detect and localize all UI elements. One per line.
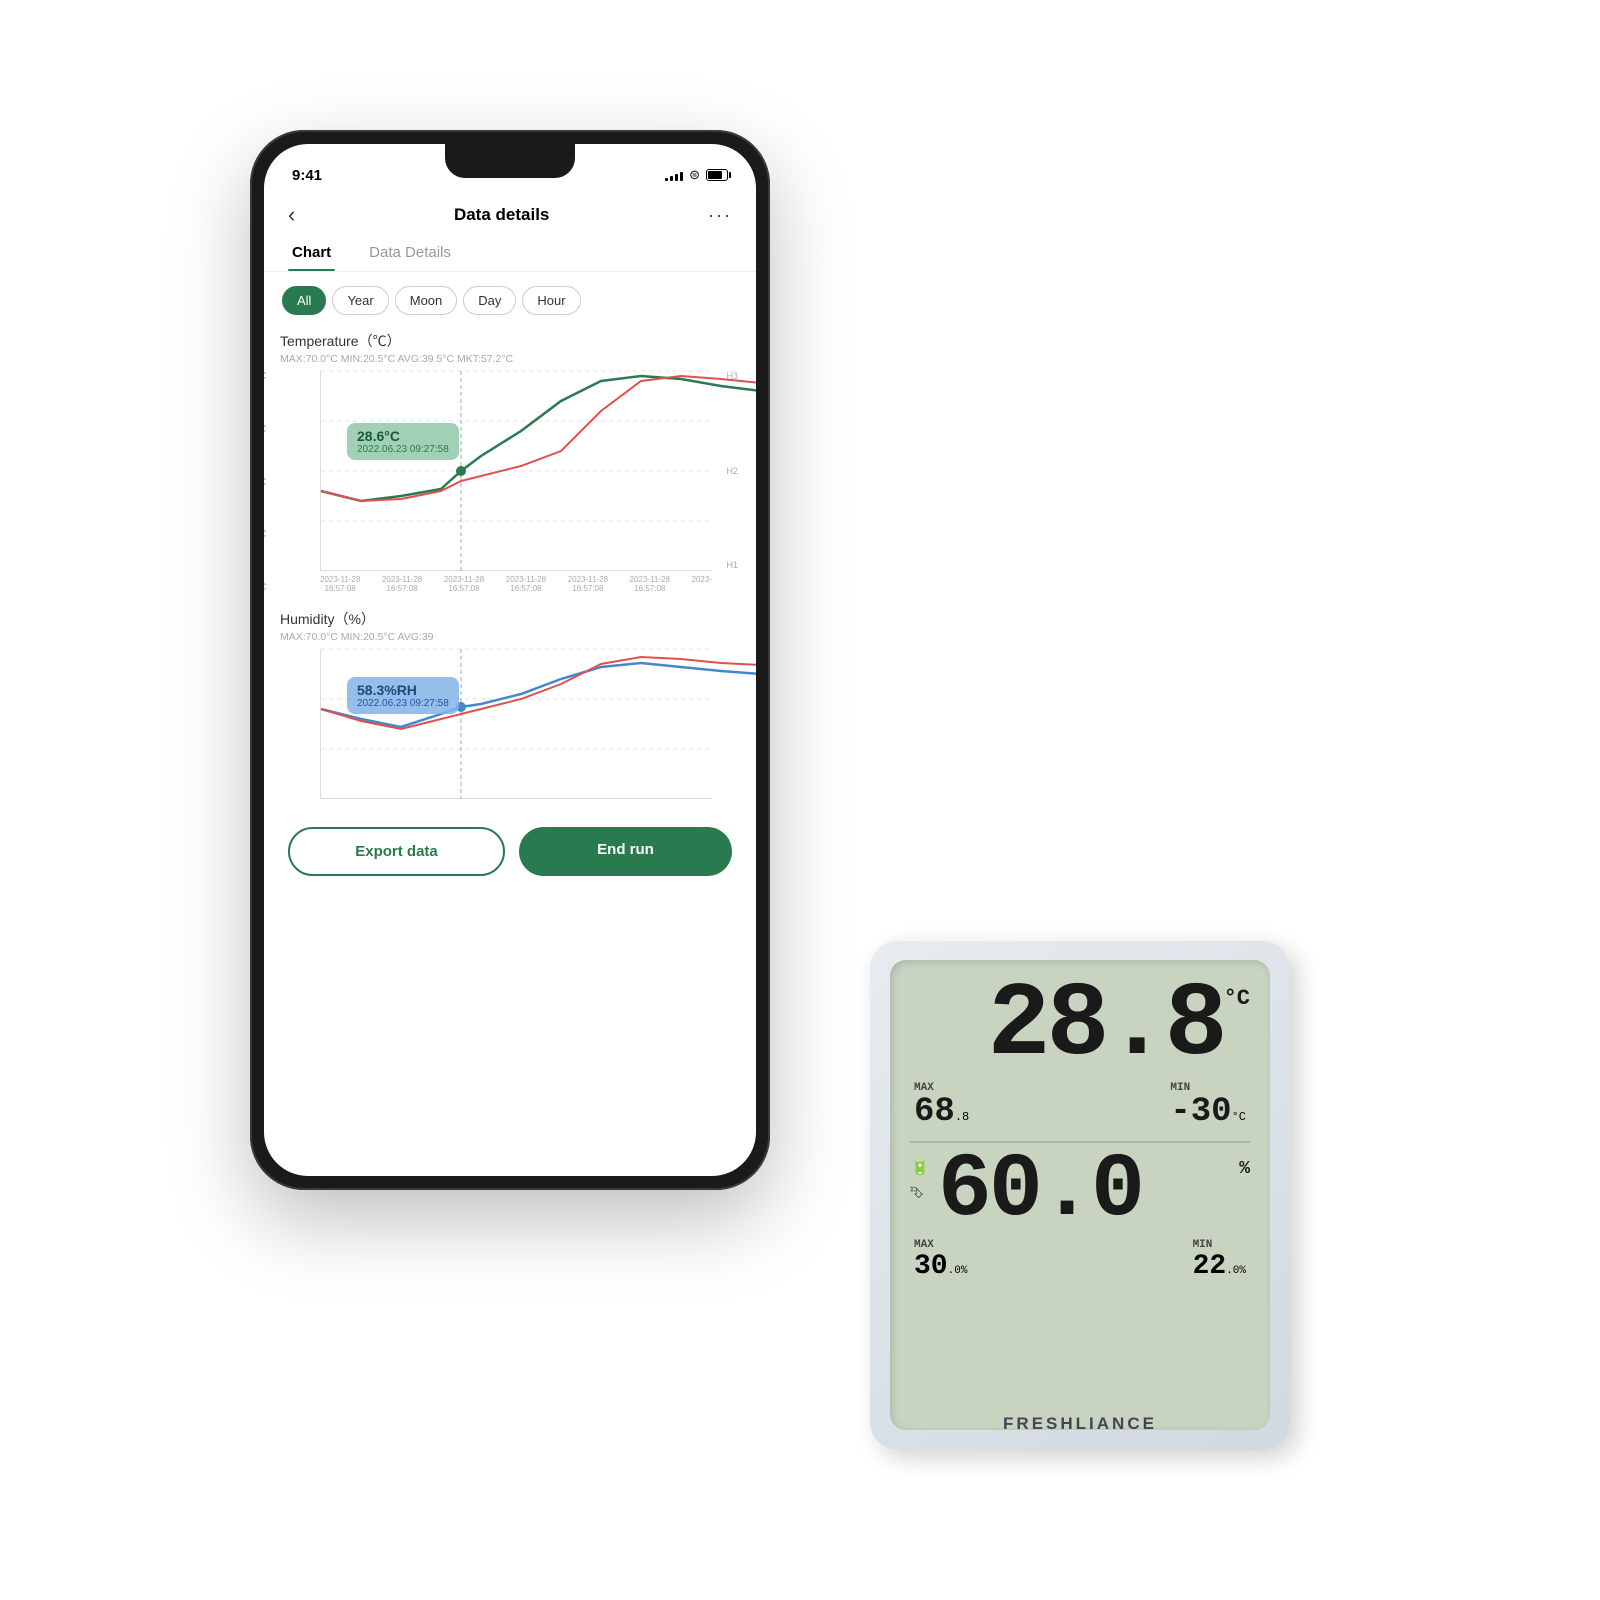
humidity-chart-svg [321,649,712,798]
device-temp-max-label: MAX [914,1082,969,1094]
device-temperature-value: 28.8 [988,976,1224,1076]
scene: 9:41 ⊜ ‹ Data details [250,100,1350,1500]
device-temp-max-value: 68 [914,1094,955,1131]
device-temp-max-decimal: .8 [955,1110,969,1124]
device-temp-min-label: MIN [1170,1082,1246,1094]
y-label: 15°C [264,529,266,540]
device-temperature-sub: MAX 68 .8 MIN -30 °C [910,1078,1250,1135]
temperature-chart-area[interactable]: 28.6°C 2022.06.23 09:27:58 H3 H2 H1 [320,371,712,571]
device-temperature-display: 28.8 °C [910,976,1250,1076]
device-hum-max-value: 30 [914,1251,948,1282]
app-header: ‹ Data details ··· [264,194,756,238]
device-icons: 🔋 ⮷ [910,1157,930,1203]
bluetooth-icon: ⮷ [910,1185,930,1203]
humidity-chart-title: Humidity（%） [280,609,740,629]
temperature-y-labels: 30°C 25°C 20°C 15°C 10°C [264,371,266,593]
device-temperature-unit: °C [1224,988,1250,1010]
device-humidity-unit: % [1239,1159,1250,1179]
tab-chart[interactable]: Chart [288,238,335,271]
status-time: 9:41 [292,167,322,184]
device-hum-min-block: MIN 22 .0 % [1193,1239,1246,1282]
main-tabs: Chart Data Details [264,238,756,272]
device-hum-max-decimal: .0 [948,1265,961,1277]
device-humidity-sub: MAX 30 .0 % MIN 22 .0 % [910,1235,1250,1286]
h-label-1: H1 [726,560,738,570]
filter-year[interactable]: Year [332,286,388,315]
device-temp-min-value: -30 [1170,1094,1231,1131]
status-icons: ⊜ [665,167,728,183]
temperature-x-labels: 2023-11-2816:57:08 2023-11-2816:57:08 20… [320,571,712,593]
battery-fill [708,171,722,179]
temperature-chart-stats: MAX:70.0°C MIN:20.5°C AVG:39.5°C MKT:57.… [280,353,740,365]
device-hum-max-unit: % [961,1265,968,1277]
tab-data-details[interactable]: Data Details [365,238,455,271]
time-filter: All Year Moon Day Hour [264,286,756,315]
page-title: Data details [454,205,549,225]
x-label: 2023-11-2816:57:08 [382,575,422,593]
y-label: 10°C [264,582,266,593]
humidity-chart-area[interactable]: 58.3%RH 2022.06.23 09:27:58 [320,649,712,799]
device-humidity-display: 🔋 ⮷ 60.0 % [910,1149,1250,1235]
y-label: 25°C [264,424,266,435]
y-label: 20°C [264,477,266,488]
chart-gridlines [321,371,712,570]
x-label: 2023-11-2816:57:08 [506,575,546,593]
battery-icon [706,169,728,181]
device-hum-min-decimal: .0 [1226,1265,1239,1277]
footer-buttons: Export data End run [264,809,756,900]
h-labels: H3 H2 H1 [726,371,738,570]
device-hum-max-block: MAX 30 .0 % [914,1239,967,1282]
device-hum-min-unit: % [1239,1265,1246,1277]
device-hum-min-label: MIN [1193,1239,1246,1251]
device-temp-max-block: MAX 68 .8 [914,1082,969,1131]
temperature-chart-section: Temperature（℃） MAX:70.0°C MIN:20.5°C AVG… [264,331,756,593]
x-label: 2023-11-2816:57:08 [630,575,670,593]
device-temp-min-unit: °C [1232,1110,1246,1124]
back-button[interactable]: ‹ [288,202,295,228]
filter-moon[interactable]: Moon [395,286,458,315]
device-temp-min-block: MIN -30 °C [1170,1082,1246,1131]
phone-screen: 9:41 ⊜ ‹ Data details [264,144,756,1176]
h-label-3: H3 [726,371,738,381]
device-hum-max-label: MAX [914,1239,967,1251]
end-run-button[interactable]: End run [519,827,732,876]
x-label: 2023- [692,575,712,593]
signal-icon [665,169,683,181]
phone-notch [445,144,575,178]
device-screen: 28.8 °C MAX 68 .8 MIN -3 [890,960,1270,1430]
phone: 9:41 ⊜ ‹ Data details [250,130,770,1190]
export-data-button[interactable]: Export data [288,827,505,876]
device-hum-min-value: 22 [1193,1251,1227,1282]
device: 28.8 °C MAX 68 .8 MIN -3 [870,940,1350,1500]
x-label: 2023-11-2816:57:08 [320,575,360,593]
y-label: 30°C [264,371,266,382]
more-button[interactable]: ··· [708,205,732,226]
device-humidity-value: 60.0 [938,1149,1239,1235]
device-brand: FRESHLIANCE [870,1414,1290,1434]
h-label-2: H2 [726,466,738,476]
humidity-chart-stats: MAX:70.0°C MIN:20.5°C AVG:39 [280,631,740,643]
temperature-chart-title: Temperature（℃） [280,331,740,351]
device-body: 28.8 °C MAX 68 .8 MIN -3 [870,940,1290,1450]
filter-all[interactable]: All [282,286,326,315]
filter-hour[interactable]: Hour [522,286,580,315]
x-label: 2023-11-2816:57:08 [568,575,608,593]
battery-low-icon: 🔋 [910,1157,930,1177]
wifi-icon: ⊜ [689,167,700,183]
filter-day[interactable]: Day [463,286,516,315]
x-label: 2023-11-2816:57:08 [444,575,484,593]
humidity-chart-section: Humidity（%） MAX:70.0°C MIN:20.5°C AVG:39… [264,609,756,799]
